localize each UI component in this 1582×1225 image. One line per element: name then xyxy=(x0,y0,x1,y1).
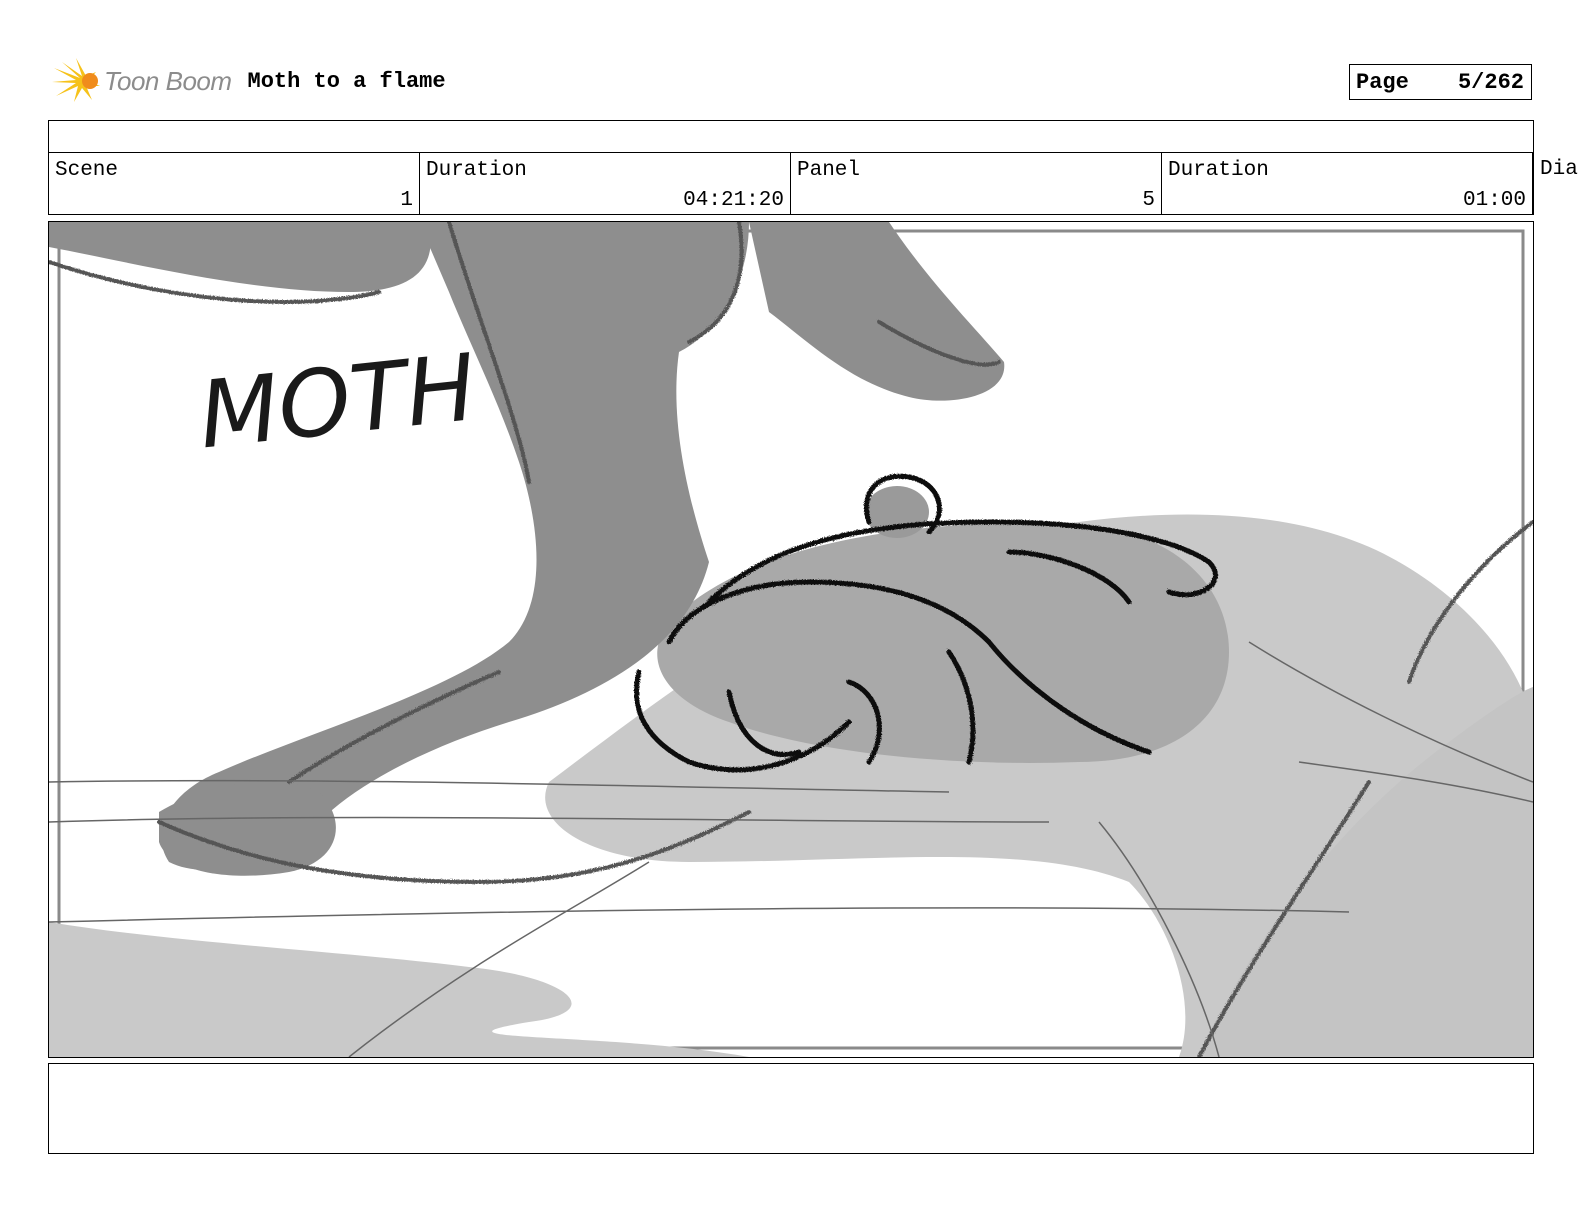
panel-duration-label: Duration xyxy=(1168,159,1269,182)
panel-duration-value: 01:00 xyxy=(1462,189,1526,212)
scene-value: 1 xyxy=(400,189,413,212)
storyboard-panel: MOTH xyxy=(48,221,1534,1058)
panel-cell: Panel 5 xyxy=(791,153,1162,214)
project-title: Moth to a flame xyxy=(247,68,446,94)
panel-value: 5 xyxy=(1142,189,1155,212)
dialogue-label-clipped: Dia xyxy=(1540,158,1578,181)
blank-header-row xyxy=(48,120,1534,153)
panel-info-row: Scene 1 Duration 04:21:20 Panel 5 Durati… xyxy=(48,152,1534,215)
page-indicator: Page 5/262 xyxy=(1349,64,1532,100)
foreground-leaf-shape xyxy=(49,922,749,1057)
thumb-shape xyxy=(749,222,1005,401)
scene-cell: Scene 1 xyxy=(49,153,420,214)
sketch-lettering: MOTH xyxy=(194,334,481,469)
scene-duration-value: 04:21:20 xyxy=(683,189,784,212)
storyboard-header: Toon Boom Moth to a flame xyxy=(52,56,446,106)
sleeve-shape xyxy=(49,222,431,292)
page-label: Page xyxy=(1356,69,1409,95)
panel-label: Panel xyxy=(797,159,861,182)
panel-duration-cell: Duration 01:00 xyxy=(1162,153,1533,214)
action-notes-box xyxy=(48,1063,1534,1154)
toon-boom-logo: Toon Boom xyxy=(52,56,232,106)
scene-duration-label: Duration xyxy=(426,159,527,182)
page-number: 5/262 xyxy=(1457,69,1524,95)
logo-wordmark: Toon Boom xyxy=(104,65,232,96)
scene-label: Scene xyxy=(55,159,119,182)
scene-duration-cell: Duration 04:21:20 xyxy=(420,153,791,214)
toon-boom-logo-icon xyxy=(52,58,100,102)
panel-sketch: MOTH xyxy=(49,222,1533,1057)
